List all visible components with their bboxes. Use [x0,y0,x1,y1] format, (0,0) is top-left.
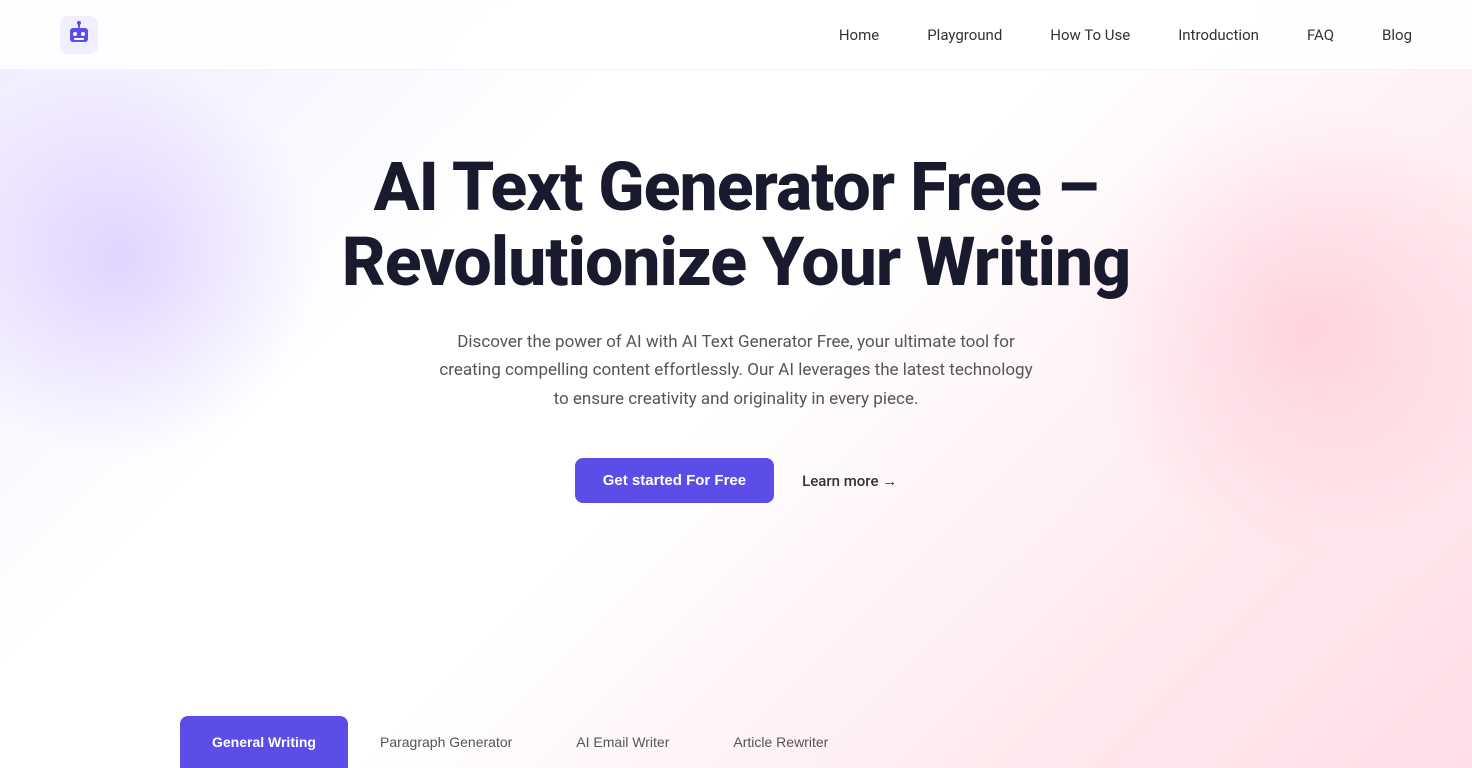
logo[interactable] [60,16,98,54]
bottom-tabs: General Writing Paragraph Generator AI E… [0,716,1472,768]
hero-subtitle: Discover the power of AI with AI Text Ge… [436,328,1036,415]
get-started-button[interactable]: Get started For Free [575,458,774,503]
tab-paragraph-generator[interactable]: Paragraph Generator [348,716,544,768]
nav-links: Home Playground How To Use Introduction … [839,25,1412,44]
nav-link-blog[interactable]: Blog [1382,26,1412,44]
navbar: Home Playground How To Use Introduction … [0,0,1472,70]
nav-item-faq[interactable]: FAQ [1307,25,1334,44]
nav-link-introduction[interactable]: Introduction [1178,26,1259,44]
tab-general-writing[interactable]: General Writing [180,716,348,768]
nav-item-introduction[interactable]: Introduction [1178,25,1259,44]
nav-item-playground[interactable]: Playground [927,25,1002,44]
hero-section: AI Text Generator Free – Revolutionize Y… [0,70,1472,543]
logo-icon [60,16,98,54]
nav-link-playground[interactable]: Playground [927,26,1002,44]
hero-cta-group: Get started For Free Learn more → [575,458,897,503]
learn-more-link[interactable]: Learn more → [802,472,897,490]
nav-item-home[interactable]: Home [839,25,879,44]
tab-ai-email-writer[interactable]: AI Email Writer [544,716,701,768]
nav-item-how-to-use[interactable]: How To Use [1050,25,1130,44]
hero-title: AI Text Generator Free – Revolutionize Y… [286,150,1186,300]
nav-link-faq[interactable]: FAQ [1307,26,1334,44]
nav-item-blog[interactable]: Blog [1382,25,1412,44]
tab-article-rewriter[interactable]: Article Rewriter [701,716,860,768]
nav-link-how-to-use[interactable]: How To Use [1050,26,1130,44]
nav-link-home[interactable]: Home [839,26,879,44]
